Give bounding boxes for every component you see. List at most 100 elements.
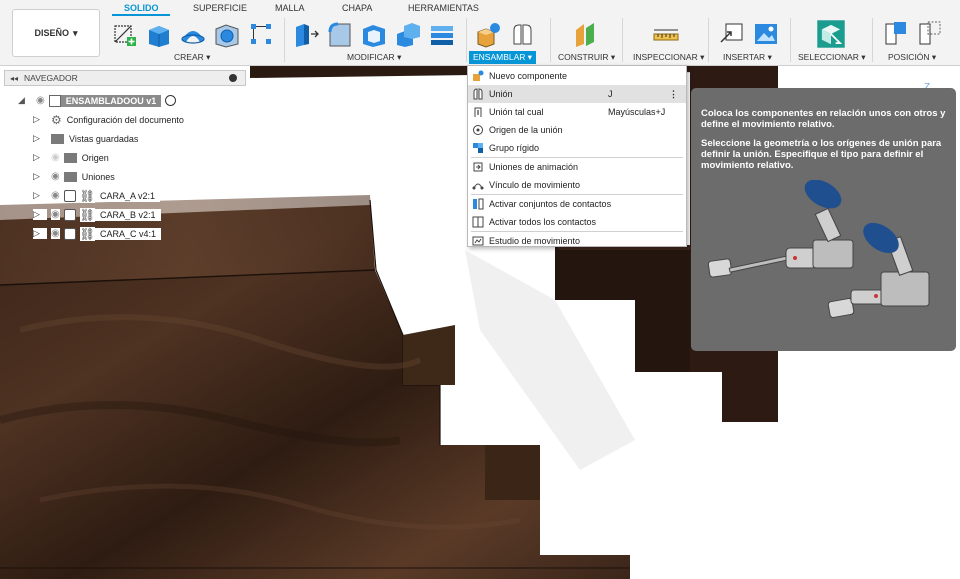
menu-item-drive-joints[interactable]: Uniones de animación <box>468 158 686 176</box>
collapse-arrow-icon[interactable]: ◢ <box>18 95 32 106</box>
divider <box>790 18 791 62</box>
tree-root-assembly[interactable]: ◢ ◉ ENSAMBLADOOU v1 <box>18 92 177 109</box>
tooltip-illustration <box>707 180 930 318</box>
pin-icon[interactable] <box>229 74 237 82</box>
group-seleccionar[interactable]: SELECCIONAR ▾ <box>798 52 866 63</box>
menu-item-label: Unión tal cual <box>489 107 544 117</box>
insert-image-icon[interactable] <box>752 20 780 48</box>
menu-item-joint[interactable]: Unión J ⋮ <box>468 85 686 103</box>
fillet-icon[interactable] <box>326 20 354 48</box>
joint-tooltip: Coloca los componentes en relación unos … <box>691 88 956 351</box>
menu-item-motion-study[interactable]: Estudio de movimiento <box>468 232 686 250</box>
group-ensamblar[interactable]: ENSAMBLAR ▾ <box>469 51 537 64</box>
expand-arrow-icon[interactable]: ▷ <box>33 152 47 163</box>
divider <box>284 18 285 62</box>
group-construir[interactable]: CONSTRUIR ▾ <box>558 52 615 63</box>
offset-plane-icon[interactable] <box>572 20 600 48</box>
tree-item-origin[interactable]: ▷ ◉ Origen <box>33 149 114 166</box>
group-modificar[interactable]: MODIFICAR ▾ <box>347 52 401 63</box>
expand-arrow-icon[interactable]: ▷ <box>33 228 47 239</box>
tab-herramientas[interactable]: HERRAMIENTAS <box>408 3 479 13</box>
tree-item-label: CARA_B v2:1 <box>94 208 161 221</box>
sketch-icon[interactable] <box>111 20 139 48</box>
menu-item-label: Origen de la unión <box>489 125 563 135</box>
pattern-icon[interactable] <box>247 20 275 48</box>
visibility-eye-icon[interactable]: ◉ <box>51 171 60 182</box>
capture-position-icon[interactable] <box>882 20 910 48</box>
combine-icon[interactable] <box>394 20 422 48</box>
menu-item-shortcut: J <box>608 89 613 99</box>
visibility-eye-icon[interactable]: ◉ <box>51 209 60 220</box>
tree-item-saved-views[interactable]: ▷ Vistas guardadas <box>33 130 144 147</box>
collapse-icon[interactable]: ◂◂ <box>10 74 18 83</box>
more-options-icon[interactable]: ⋮ <box>669 89 678 100</box>
navigator-header[interactable]: ◂◂ NAVEGADOR <box>4 70 246 86</box>
revert-position-icon[interactable] <box>916 20 944 48</box>
tree-item-label: Uniones <box>76 170 120 183</box>
folder-icon <box>63 152 77 163</box>
menu-item-new-component[interactable]: Nuevo componente <box>468 67 686 85</box>
tab-solido[interactable]: SOLIDO <box>124 3 159 13</box>
revolve-icon[interactable] <box>179 20 207 48</box>
tree-item-joints[interactable]: ▷ ◉ Uniones <box>33 168 120 185</box>
expand-arrow-icon[interactable]: ▷ <box>33 114 47 125</box>
new-component-icon <box>473 70 484 81</box>
tree-item-cara-b[interactable]: ▷ ◉ ⛓ CARA_B v2:1 <box>33 206 161 223</box>
group-insertar[interactable]: INSERTAR ▾ <box>723 52 772 63</box>
tab-superficie[interactable]: SUPERFICIE <box>193 3 247 13</box>
tree-item-config[interactable]: ▷ ⚙ Configuración del documento <box>33 111 189 128</box>
menu-item-motion-link[interactable]: Vínculo de movimiento <box>468 176 686 194</box>
workspace-switcher[interactable]: DISEÑO ▾ <box>12 9 100 57</box>
group-inspeccionar[interactable]: INSPECCIONAR ▾ <box>633 52 704 63</box>
activate-radio-icon[interactable] <box>165 95 177 106</box>
toolbar-ribbon: DISEÑO ▾ SOLIDO SUPERFICIE MALLA CHAPA H… <box>0 0 960 66</box>
menu-item-label: Activar todos los contactos <box>489 217 597 227</box>
menu-item-label: Grupo rígido <box>489 143 540 153</box>
link-icon: ⛓ <box>79 226 95 241</box>
chevron-down-icon: ▾ <box>72 27 78 38</box>
press-pull-icon[interactable] <box>292 20 320 48</box>
contact-sets-icon <box>473 198 484 210</box>
menu-item-enable-contact-sets[interactable]: Activar conjuntos de contactos <box>468 195 686 213</box>
menu-item-rigid-group[interactable]: Grupo rígido <box>468 139 686 157</box>
joint-icon[interactable] <box>508 20 536 48</box>
expand-arrow-icon[interactable]: ▷ <box>33 133 47 144</box>
motion-study-icon <box>472 236 484 246</box>
tree-item-label: Configuración del documento <box>61 113 189 126</box>
group-posicion[interactable]: POSICIÓN ▾ <box>888 52 936 63</box>
joint-origin-icon <box>473 125 483 135</box>
select-icon[interactable] <box>815 18 847 50</box>
tab-malla[interactable]: MALLA <box>275 3 305 13</box>
motion-link-icon <box>472 183 484 190</box>
menu-item-as-built-joint[interactable]: Unión tal cual Mayúsculas+J <box>468 103 686 121</box>
visibility-eye-icon[interactable]: ◉ <box>51 152 60 163</box>
component-icon <box>63 227 76 240</box>
measure-icon[interactable] <box>652 20 680 48</box>
visibility-eye-icon[interactable]: ◉ <box>51 190 60 201</box>
rigid-group-icon <box>473 143 483 153</box>
expand-arrow-icon[interactable]: ▷ <box>33 209 47 220</box>
tree-item-cara-a[interactable]: ▷ ◉ ⛓ CARA_A v2:1 <box>33 187 160 204</box>
extrude-icon[interactable] <box>145 20 173 48</box>
all-contact-icon <box>472 216 484 228</box>
new-component-icon[interactable] <box>474 20 502 48</box>
component-icon <box>63 189 76 202</box>
insert-derive-icon[interactable] <box>718 20 746 48</box>
group-insertar-label: INSERTAR <box>723 52 766 62</box>
tab-chapa[interactable]: CHAPA <box>342 3 372 13</box>
visibility-eye-icon[interactable]: ◉ <box>36 95 45 106</box>
menu-item-joint-origin[interactable]: Origen de la unión <box>468 121 686 139</box>
menu-item-label: Activar conjuntos de contactos <box>489 199 612 209</box>
tree-item-cara-c[interactable]: ▷ ◉ ⛓ CARA_C v4:1 <box>33 225 161 242</box>
shell-icon[interactable] <box>360 20 388 48</box>
expand-arrow-icon[interactable]: ▷ <box>33 190 47 201</box>
expand-arrow-icon[interactable]: ▷ <box>33 171 47 182</box>
hole-icon[interactable] <box>213 20 241 48</box>
ensamblar-dropdown: Nuevo componente Unión J ⋮ Unión tal cua… <box>467 65 687 247</box>
menu-item-enable-all-contact[interactable]: Activar todos los contactos <box>468 213 686 231</box>
group-crear[interactable]: CREAR ▾ <box>174 52 210 63</box>
tooltip-instructions: Seleccione la geometría o los orígenes d… <box>701 138 942 171</box>
visibility-eye-icon[interactable]: ◉ <box>51 228 60 239</box>
group-modificar-label: MODIFICAR <box>347 52 395 62</box>
replace-face-icon[interactable] <box>428 20 456 48</box>
